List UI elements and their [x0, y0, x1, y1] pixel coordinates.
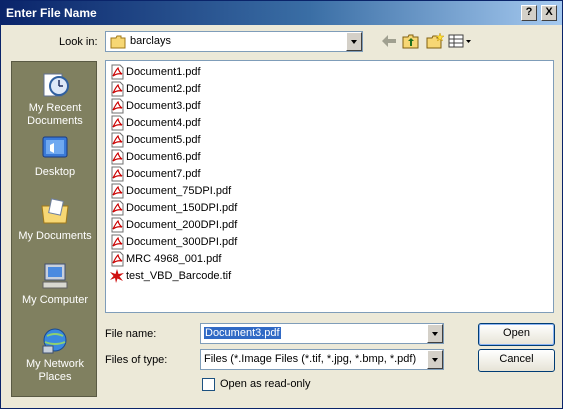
read-only-checkbox[interactable]: [202, 378, 215, 391]
place-label: Places: [38, 371, 72, 383]
place-label: My Computer: [21, 294, 89, 306]
title-bar[interactable]: Enter File Name ? X: [1, 1, 562, 25]
file-list-item[interactable]: Document5.pdf: [109, 132, 309, 149]
file-name: Document7.pdf: [126, 168, 201, 180]
file-name-dropdown-arrow[interactable]: [427, 324, 443, 343]
window-title: Enter File Name: [6, 6, 97, 20]
files-of-type-select[interactable]: Files (*.Image Files (*.tif, *.jpg, *.bm…: [200, 349, 444, 370]
file-name: Document2.pdf: [126, 83, 201, 95]
file-name-input[interactable]: Document3.pdf: [200, 323, 444, 344]
file-name: Document4.pdf: [126, 117, 201, 129]
file-name: Document5.pdf: [126, 134, 201, 146]
place-label: My Documents: [18, 230, 92, 242]
enter-file-name-dialog: Enter File Name ? X Look in: barclays My…: [0, 0, 563, 409]
help-button[interactable]: ?: [521, 5, 537, 21]
folder-icon: [110, 35, 126, 52]
back-arrow-icon[interactable]: [379, 32, 401, 52]
file-name: test_VBD_Barcode.tif: [126, 270, 232, 282]
files-of-type-value: Files (*.Image Files (*.tif, *.jpg, *.bm…: [204, 353, 417, 365]
place-my-documents[interactable]: My Documents: [12, 196, 98, 243]
file-list-item[interactable]: Document4.pdf: [109, 115, 309, 132]
file-list-item[interactable]: Document_200DPI.pdf: [109, 217, 309, 234]
file-name: Document_300DPI.pdf: [126, 236, 238, 248]
file-name-value: Document3.pdf: [204, 327, 281, 339]
my-computer-icon: [39, 260, 71, 292]
my-documents-icon: [39, 196, 71, 228]
place-my-network-places[interactable]: My Network Places: [12, 324, 98, 384]
file-name-label: File name:: [105, 328, 157, 340]
place-label: Desktop: [34, 166, 76, 178]
place-my-computer[interactable]: My Computer: [12, 260, 98, 307]
tif-file-icon: [109, 268, 125, 287]
new-folder-icon[interactable]: [425, 32, 447, 52]
open-button[interactable]: Open: [478, 323, 555, 346]
places-bar: My Recent Documents Desktop My Documents: [11, 61, 97, 397]
file-name: Document3.pdf: [126, 100, 201, 112]
file-list-item[interactable]: Document_150DPI.pdf: [109, 200, 309, 217]
up-folder-icon[interactable]: [401, 32, 423, 52]
file-list-item[interactable]: test_VBD_Barcode.tif: [109, 268, 309, 285]
place-label: My Recent: [28, 102, 82, 114]
cancel-button[interactable]: Cancel: [478, 349, 555, 372]
file-list-item[interactable]: MRC 4968_001.pdf: [109, 251, 309, 268]
look-in-dropdown-arrow[interactable]: [346, 32, 362, 51]
file-list-item[interactable]: Document_75DPI.pdf: [109, 183, 309, 200]
file-list-item[interactable]: Document2.pdf: [109, 81, 309, 98]
file-name: Document1.pdf: [126, 66, 201, 78]
files-of-type-dropdown-arrow[interactable]: [427, 350, 443, 369]
file-list-item[interactable]: Document7.pdf: [109, 166, 309, 183]
place-desktop[interactable]: Desktop: [12, 132, 98, 179]
read-only-label: Open as read-only: [220, 378, 311, 390]
file-list-item[interactable]: Document3.pdf: [109, 98, 309, 115]
file-list-item[interactable]: Document_300DPI.pdf: [109, 234, 309, 251]
recent-documents-icon: [39, 68, 71, 100]
file-name: Document_75DPI.pdf: [126, 185, 232, 197]
file-list-item[interactable]: Document1.pdf: [109, 64, 309, 81]
view-menu-icon[interactable]: [447, 32, 473, 52]
place-label: Documents: [27, 115, 83, 127]
file-list[interactable]: Document1.pdf Document2.pdf Document3.pdf D…: [105, 60, 554, 313]
look-in-label: Look in:: [59, 36, 98, 48]
network-places-icon: [39, 324, 71, 356]
place-my-recent-documents[interactable]: My Recent Documents: [12, 68, 98, 128]
place-label: My Network: [25, 358, 85, 370]
desktop-icon: [39, 132, 71, 164]
file-name: MRC 4968_001.pdf: [126, 253, 222, 265]
close-button[interactable]: X: [541, 5, 557, 21]
file-name: Document_200DPI.pdf: [126, 219, 238, 231]
file-name: Document_150DPI.pdf: [126, 202, 238, 214]
look-in-combo[interactable]: barclays: [105, 31, 363, 52]
look-in-value: barclays: [130, 35, 171, 47]
file-list-item[interactable]: Document6.pdf: [109, 149, 309, 166]
files-of-type-label: Files of type:: [105, 354, 168, 366]
file-name: Document6.pdf: [126, 151, 201, 163]
